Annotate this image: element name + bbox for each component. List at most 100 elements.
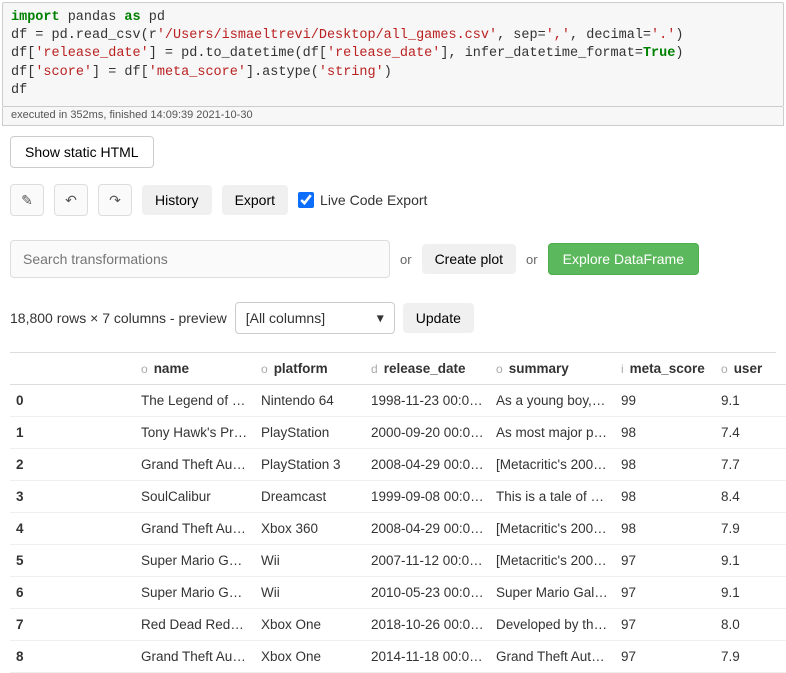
cell-meta-score: 97	[615, 577, 715, 609]
cell-user: 7.7	[715, 449, 786, 481]
search-transformations-input[interactable]	[10, 240, 390, 278]
or-label: or	[400, 252, 412, 267]
cell-user: 9.1	[715, 577, 786, 609]
column-header-user[interactable]: ouser	[715, 353, 786, 385]
cell-release-date: 2014-11-18 00:0…	[365, 641, 490, 673]
cell-platform: Xbox 360	[255, 513, 365, 545]
row-index: 7	[10, 609, 135, 641]
undo-button[interactable]: ↶	[54, 184, 88, 216]
edit-button[interactable]: ✎	[10, 184, 44, 216]
cell-name: The Legend of Z…	[135, 385, 255, 417]
cell-summary: Developed by th…	[490, 609, 615, 641]
or-label-2: or	[526, 252, 538, 267]
cell-name: Grand Theft Auto V	[135, 641, 255, 673]
cell-platform: Wii	[255, 577, 365, 609]
live-code-export-checkbox[interactable]	[298, 192, 314, 208]
columns-selector[interactable]: [All columns] ▾	[235, 302, 395, 334]
cell-name: Tony Hawk's Pro…	[135, 417, 255, 449]
table-row[interactable]: 1Tony Hawk's Pro…PlayStation2000-09-20 0…	[10, 417, 786, 449]
table-row[interactable]: 6Super Mario Gal…Wii2010-05-23 00:0…Supe…	[10, 577, 786, 609]
table-row[interactable]: 2Grand Theft Auto…PlayStation 32008-04-2…	[10, 449, 786, 481]
cell-name: Super Mario Gal…	[135, 577, 255, 609]
cell-user: 9.1	[715, 385, 786, 417]
cell-release-date: 1999-09-08 00:0…	[365, 481, 490, 513]
cell-summary: [Metacritic's 200…	[490, 513, 615, 545]
dataframe-table-wrap: oname oplatform drelease_date osummary i…	[10, 352, 776, 673]
cell-name: SoulCalibur	[135, 481, 255, 513]
cell-meta-score: 98	[615, 481, 715, 513]
history-button[interactable]: History	[142, 185, 212, 215]
execution-status: executed in 352ms, finished 14:09:39 202…	[2, 107, 784, 126]
show-static-html-button[interactable]: Show static HTML	[10, 136, 154, 168]
cell-summary: This is a tale of s…	[490, 481, 615, 513]
explore-dataframe-button[interactable]: Explore DataFrame	[548, 243, 699, 275]
cell-meta-score: 97	[615, 609, 715, 641]
code-cell[interactable]: import pandas as pd df = pd.read_csv(r'/…	[2, 2, 784, 107]
cell-user: 8.4	[715, 481, 786, 513]
column-header-release-date[interactable]: drelease_date	[365, 353, 490, 385]
cell-summary: [Metacritic's 200…	[490, 545, 615, 577]
toolbar: ✎ ↶ ↷ History Export Live Code Export	[0, 180, 786, 234]
code-keyword-import: import	[11, 10, 60, 25]
table-header-row: oname oplatform drelease_date osummary i…	[10, 353, 786, 385]
column-header-meta-score[interactable]: imeta_score	[615, 353, 715, 385]
cell-summary: As most major p…	[490, 417, 615, 449]
columns-selected-value: [All columns]	[246, 310, 325, 326]
cell-user: 7.9	[715, 641, 786, 673]
column-header-summary[interactable]: osummary	[490, 353, 615, 385]
cell-meta-score: 98	[615, 449, 715, 481]
create-plot-button[interactable]: Create plot	[422, 244, 516, 274]
cell-name: Grand Theft Auto…	[135, 449, 255, 481]
cell-platform: Dreamcast	[255, 481, 365, 513]
cell-release-date: 2010-05-23 00:0…	[365, 577, 490, 609]
cell-name: Red Dead Rede…	[135, 609, 255, 641]
transform-row: or Create plot or Explore DataFrame	[0, 234, 786, 298]
cell-name: Super Mario Gal…	[135, 545, 255, 577]
cell-user: 7.4	[715, 417, 786, 449]
column-header-platform[interactable]: oplatform	[255, 353, 365, 385]
cell-summary: [Metacritic's 200…	[490, 449, 615, 481]
cell-platform: Nintendo 64	[255, 385, 365, 417]
column-header-name[interactable]: oname	[135, 353, 255, 385]
cell-release-date: 2008-04-29 00:0…	[365, 449, 490, 481]
cell-user: 7.9	[715, 513, 786, 545]
export-button[interactable]: Export	[222, 185, 288, 215]
index-header[interactable]	[10, 353, 135, 385]
row-index: 6	[10, 577, 135, 609]
cell-platform: Wii	[255, 545, 365, 577]
row-index: 3	[10, 481, 135, 513]
table-row[interactable]: 4Grand Theft Auto…Xbox 3602008-04-29 00:…	[10, 513, 786, 545]
cell-platform: Xbox One	[255, 609, 365, 641]
preview-row: 18,800 rows × 7 columns - preview [All c…	[0, 298, 786, 344]
table-row[interactable]: 3SoulCaliburDreamcast1999-09-08 00:0…Thi…	[10, 481, 786, 513]
table-row[interactable]: 5Super Mario Gal…Wii2007-11-12 00:0…[Met…	[10, 545, 786, 577]
undo-icon: ↶	[65, 192, 77, 209]
cell-meta-score: 98	[615, 513, 715, 545]
row-index: 1	[10, 417, 135, 449]
cell-release-date: 2007-11-12 00:0…	[365, 545, 490, 577]
table-row[interactable]: 0The Legend of Z…Nintendo 641998-11-23 0…	[10, 385, 786, 417]
row-index: 0	[10, 385, 135, 417]
cell-release-date: 2018-10-26 00:0…	[365, 609, 490, 641]
table-row[interactable]: 8Grand Theft Auto VXbox One2014-11-18 00…	[10, 641, 786, 673]
cell-platform: PlayStation	[255, 417, 365, 449]
row-index: 8	[10, 641, 135, 673]
cell-platform: Xbox One	[255, 641, 365, 673]
cell-summary: Super Mario Gal…	[490, 577, 615, 609]
cell-meta-score: 99	[615, 385, 715, 417]
cell-meta-score: 98	[615, 417, 715, 449]
code-keyword-as: as	[124, 10, 140, 25]
redo-button[interactable]: ↷	[98, 184, 132, 216]
cell-user: 9.1	[715, 545, 786, 577]
caret-down-icon: ▾	[377, 310, 384, 327]
cell-summary: As a young boy, …	[490, 385, 615, 417]
rows-columns-label: 18,800 rows × 7 columns - preview	[10, 310, 227, 326]
table-row[interactable]: 7Red Dead Rede…Xbox One2018-10-26 00:0…D…	[10, 609, 786, 641]
cell-meta-score: 97	[615, 641, 715, 673]
cell-release-date: 1998-11-23 00:0…	[365, 385, 490, 417]
live-code-export-toggle[interactable]: Live Code Export	[298, 192, 427, 208]
cell-platform: PlayStation 3	[255, 449, 365, 481]
update-button[interactable]: Update	[403, 303, 474, 333]
cell-user: 8.0	[715, 609, 786, 641]
pencil-icon: ✎	[21, 192, 33, 209]
